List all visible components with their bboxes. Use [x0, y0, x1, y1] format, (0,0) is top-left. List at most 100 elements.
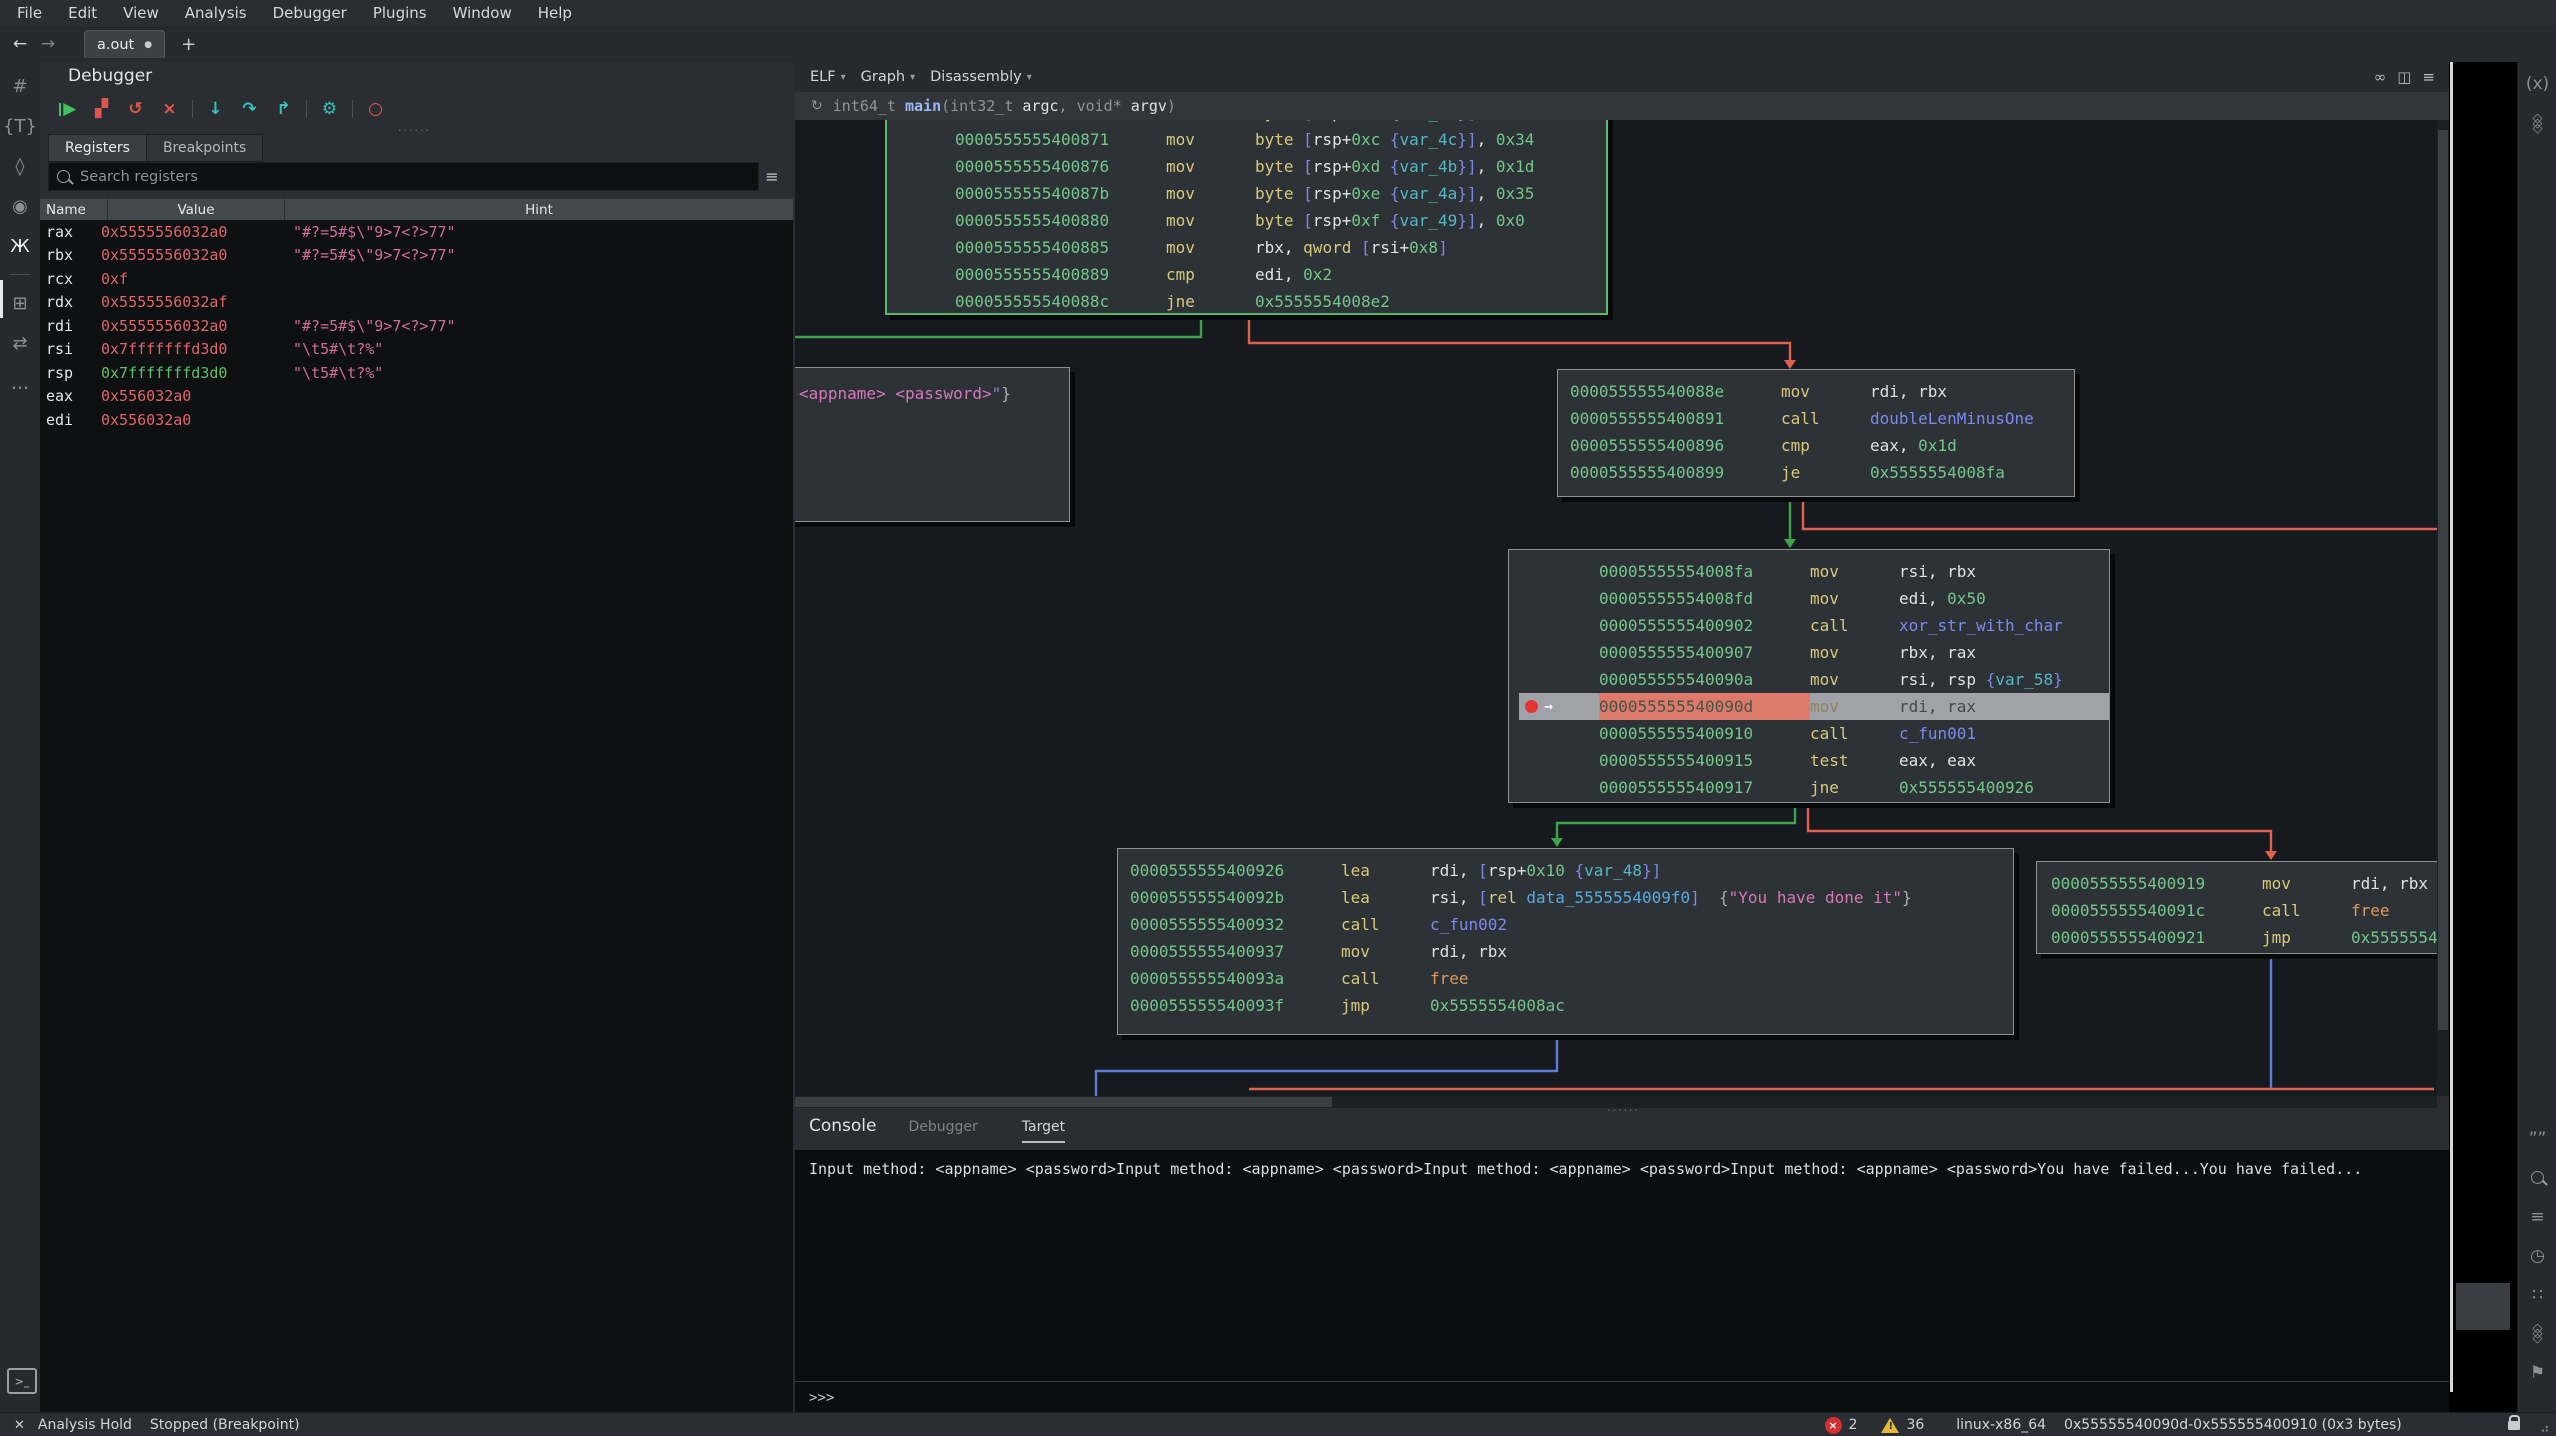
link-icon[interactable]: ∞: [2374, 68, 2387, 86]
instruction[interactable]: 00005555554008fdmovedi, 0x50: [1519, 585, 2109, 612]
instruction[interactable]: 0000555555400919movrdi, rbx: [2047, 870, 2437, 897]
block-free[interactable]: 0000555555400919movrdi, rbx 0000555555400…: [2036, 861, 2437, 954]
continue-button[interactable]: ▶: [54, 96, 81, 122]
column-header-value[interactable]: Value: [108, 199, 285, 220]
instruction[interactable]: 0000555555400921jmp0x5555554008ac: [2047, 924, 2437, 951]
column-header-name[interactable]: Name: [40, 199, 108, 220]
graph-canvas[interactable]: 000055555540086cmovbyte [rsp+0xb {var_4d…: [795, 120, 2437, 1096]
search-options-icon[interactable]: ≡: [759, 163, 785, 190]
block-done[interactable]: 0000555555400926leardi, [rsp+0x10 {var_4…: [1117, 848, 2014, 1035]
table-row[interactable]: rsp0x7fffffffd3d0"\t5#\t?%": [40, 361, 793, 385]
instruction[interactable]: 0000555555400896cmpeax, 0x1d: [1568, 432, 2074, 459]
continue-until-button[interactable]: ▞: [88, 96, 115, 122]
instruction[interactable]: 000055555540087bmovbyte [rsp+0xe {var_4a…: [897, 180, 1606, 207]
table-row[interactable]: rax0x5555556032a0"#?=5#$\"9>7<?>77": [40, 220, 793, 244]
instruction[interactable]: 0000555555400899je0x5555554008fa: [1568, 459, 2074, 486]
document-tab[interactable]: a.out ●: [84, 30, 165, 58]
table-row[interactable]: rdi0x5555556032a0"#?=5#$\"9>7<?>77": [40, 314, 793, 338]
menu-window[interactable]: Window: [440, 4, 525, 22]
table-row[interactable]: rbx0x5555556032a0"#?=5#$\"9>7<?>77": [40, 244, 793, 268]
table-row[interactable]: rsi0x7fffffffd3d0"\t5#\t?%": [40, 338, 793, 362]
instruction[interactable]: 000055555540088emovrdi, rbx: [1568, 378, 2074, 405]
instruction[interactable]: 0000555555400891calldoubleLenMinusOne: [1568, 405, 2074, 432]
graph-menu-graph[interactable]: Graph▾: [861, 69, 916, 85]
types-icon[interactable]: {T}: [7, 114, 33, 138]
nav-back-button[interactable]: ←: [6, 34, 34, 54]
table-row[interactable]: rdx0x5555556032af: [40, 291, 793, 315]
table-row[interactable]: rcx0xf: [40, 267, 793, 291]
step-out-button[interactable]: ↱: [270, 96, 297, 122]
instruction[interactable]: 000055555540093acallfree: [1128, 965, 2013, 992]
instruction[interactable]: 0000555555400915testeax, eax: [1519, 747, 2109, 774]
log-lines-icon[interactable]: ≡: [2525, 1205, 2551, 1228]
instruction[interactable]: 0000555555400932callc_fun002: [1128, 911, 2013, 938]
block-top[interactable]: 000055555540086cmovbyte [rsp+0xb {var_4d…: [885, 120, 1608, 315]
tab-breakpoints[interactable]: Breakpoints: [147, 134, 263, 162]
menu-edit[interactable]: Edit: [55, 4, 110, 22]
transfer-icon[interactable]: ⇄: [7, 331, 33, 355]
block-dlmo[interactable]: 000055555540088emovrdi, rbx0000555555400…: [1557, 369, 2075, 497]
restart-button[interactable]: ↺: [122, 96, 149, 122]
breakpoint-dot-icon[interactable]: [1525, 700, 1538, 713]
menu-analysis[interactable]: Analysis: [172, 4, 260, 22]
breakpoint-button[interactable]: ○: [362, 96, 389, 122]
tab-target[interactable]: Target: [1022, 1119, 1065, 1143]
tab-registers[interactable]: Registers: [48, 134, 147, 162]
warning-icon[interactable]: !: [1881, 1418, 1899, 1433]
widgets-icon[interactable]: ∷: [2525, 1283, 2551, 1306]
instruction[interactable]: 0000555555400926leardi, [rsp+0x10 {var_4…: [1128, 857, 2013, 884]
table-row[interactable]: eax0x556032a0: [40, 385, 793, 409]
instruction[interactable]: 00005555554008famovrsi, rbx: [1519, 558, 2109, 585]
lock-icon[interactable]: [2508, 1421, 2520, 1430]
hierarchy-icon[interactable]: ⊞: [7, 291, 33, 315]
instruction[interactable]: 0000555555400902callxor_str_with_char: [1519, 612, 2109, 639]
tag-icon[interactable]: ◊: [7, 154, 33, 178]
history-icon[interactable]: ◷: [2525, 1244, 2551, 1267]
new-tab-button[interactable]: +: [181, 34, 196, 55]
instruction[interactable]: 000055555540090amovrsi, rsp {var_58}: [1519, 666, 2109, 693]
instruction[interactable]: 0000555555400889cmpedi, 0x2: [897, 261, 1606, 288]
graph-menu-disassembly[interactable]: Disassembly▾: [930, 69, 1032, 85]
search-input[interactable]: [78, 168, 750, 186]
split-view-icon[interactable]: ◫: [2397, 68, 2411, 86]
graph-menu-elf[interactable]: ELF▾: [810, 69, 846, 85]
instruction[interactable]: 0000555555400910callc_fun001: [1519, 720, 2109, 747]
resize-grip[interactable]: ⣠: [2540, 1417, 2550, 1433]
instruction[interactable]: 0000555555400917jne0x555555400926: [1519, 774, 2109, 801]
tab-debugger[interactable]: Debugger: [909, 1119, 978, 1135]
flag-icon[interactable]: ⚑: [2525, 1361, 2551, 1384]
menu-file[interactable]: File: [4, 4, 55, 22]
quotes-icon[interactable]: ””: [2525, 1127, 2551, 1150]
pin-icon[interactable]: ◉: [7, 194, 33, 218]
menu-help[interactable]: Help: [525, 4, 585, 22]
step-over-button[interactable]: ↷: [236, 96, 263, 122]
panel-menu-icon[interactable]: ≡: [2422, 68, 2435, 86]
dock-drag-handle[interactable]: ······: [398, 124, 431, 137]
hash-icon[interactable]: #: [7, 74, 33, 98]
stack-icon[interactable]: ◇: [2525, 1317, 2551, 1340]
terminal-icon[interactable]: >_: [7, 1368, 37, 1394]
column-header-hint[interactable]: Hint: [285, 199, 793, 220]
instruction[interactable]: 0000555555400871movbyte [rsp+0xc {var_4c…: [897, 126, 1606, 153]
table-row[interactable]: edi0x556032a0: [40, 408, 793, 432]
instruction[interactable]: 000055555540088cjne0x5555554008e2: [897, 288, 1606, 315]
instruction[interactable]: 000055555540092blearsi, [rel data_555555…: [1128, 884, 2013, 911]
more-icon[interactable]: …: [7, 371, 33, 395]
instruction[interactable]: 0000555555400876movbyte [rsp+0xd {var_4b…: [897, 153, 1606, 180]
tab-modified-dot[interactable]: ●: [144, 40, 152, 50]
search-icon[interactable]: [2525, 1166, 2551, 1189]
tab-console[interactable]: Console: [809, 1116, 877, 1136]
block-string[interactable]: <appname> <password>"}: [795, 367, 1070, 522]
debug-bug-icon[interactable]: Ж: [7, 234, 33, 258]
settings-button[interactable]: ⚙: [316, 96, 343, 122]
menu-view[interactable]: View: [110, 4, 172, 22]
nav-forward-button[interactable]: →: [34, 34, 62, 54]
graph-vertical-scrollbar[interactable]: [2437, 120, 2449, 1096]
dock-drag-handle[interactable]: ······: [1607, 1104, 1640, 1117]
instruction[interactable]: 0000555555400907movrbx, rax: [1519, 639, 2109, 666]
variables-icon[interactable]: (x): [2525, 72, 2551, 95]
menu-plugins[interactable]: Plugins: [360, 4, 440, 22]
console-command-input[interactable]: [842, 1389, 2449, 1407]
status-close-icon[interactable]: ✕: [14, 1418, 25, 1433]
menu-debugger[interactable]: Debugger: [260, 4, 360, 22]
